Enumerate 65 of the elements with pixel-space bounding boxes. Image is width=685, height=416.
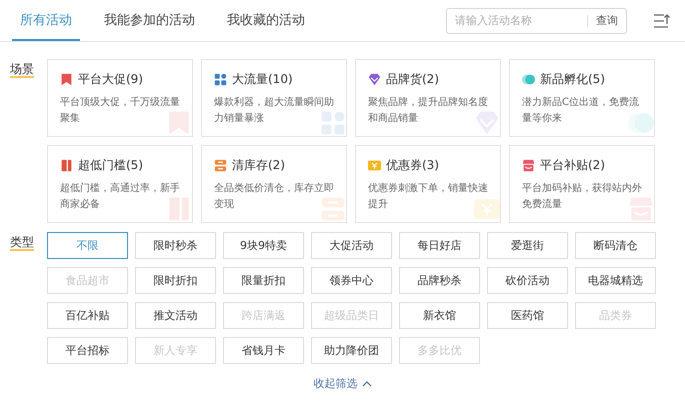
card-title: 平台大促(9) bbox=[78, 71, 143, 88]
card-description: 超低门槛，高通过率，新手商家必备 bbox=[60, 182, 181, 212]
scene-card[interactable]: 清库存(2) 全品类低价清仓，库存立即变现 bbox=[201, 145, 347, 223]
card-title: 品牌货(2) bbox=[386, 71, 439, 88]
filter-option[interactable]: 百亿补贴 bbox=[47, 302, 128, 329]
filter-option: 跨店满返 bbox=[223, 302, 304, 329]
scene-card[interactable]: 平台大促(9) 平台顶级大促，千万级流量聚集 bbox=[47, 59, 193, 137]
card-title: 超低门槛(5) bbox=[78, 157, 143, 174]
scene-card[interactable]: 优惠券(3) 优惠券刺激下单，销量快速提升 bbox=[355, 145, 501, 223]
scene-card[interactable]: 大流量(10) 爆款利器，超大流量瞬间助力销量暴涨 bbox=[201, 59, 347, 137]
filter-option[interactable]: 每日好店 bbox=[399, 232, 480, 259]
tab[interactable]: 所有活动 bbox=[12, 0, 80, 41]
card-title: 清库存(2) bbox=[232, 157, 285, 174]
filter-option: 多多比优 bbox=[399, 337, 480, 364]
filter-option[interactable]: 品牌秒杀 bbox=[399, 267, 480, 294]
chevron-up-icon bbox=[362, 380, 372, 386]
filter-option[interactable]: 省钱月卡 bbox=[223, 337, 304, 364]
filter-option[interactable]: 9块9特卖 bbox=[223, 232, 304, 259]
scene-card[interactable]: 超低门槛(5) 超低门槛，高通过率，新手商家必备 bbox=[47, 145, 193, 223]
scene-card[interactable]: 平台补贴(2) 平台加码补贴，获得站内外免费流量 bbox=[509, 145, 655, 223]
card-title: 新品孵化(5) bbox=[540, 71, 605, 88]
faded-door-icon bbox=[166, 196, 192, 222]
card-title: 优惠券(3) bbox=[386, 157, 439, 174]
card-description: 平台加码补贴，获得站内外免费流量 bbox=[522, 182, 643, 212]
scene-card[interactable]: 新品孵化(5) 潜力新品C位出道，免费流量等你来 bbox=[509, 59, 655, 137]
card-description: 优惠券刺激下单，销量快速提升 bbox=[368, 182, 489, 212]
card-description: 平台顶级大促，千万级流量聚集 bbox=[60, 96, 181, 126]
filter-option[interactable]: 医药馆 bbox=[487, 302, 568, 329]
card-title: 平台补贴(2) bbox=[540, 157, 605, 174]
faded-stack-icon bbox=[320, 196, 346, 222]
filter-option[interactable]: 爱逛街 bbox=[487, 232, 568, 259]
filter-option[interactable]: 电器城精选 bbox=[575, 267, 656, 294]
faded-shop-icon bbox=[628, 196, 654, 222]
card-description: 全品类低价清仓，库存立即变现 bbox=[214, 182, 335, 212]
tab[interactable]: 我能参加的活动 bbox=[96, 0, 203, 41]
card-title: 大流量(10) bbox=[232, 71, 293, 88]
filter-option[interactable]: 领券中心 bbox=[311, 267, 392, 294]
section-label: 类型 bbox=[10, 234, 34, 251]
card-description: 聚焦品牌，提升品牌知名度和商品销量 bbox=[368, 96, 489, 126]
faded-grid-icon bbox=[320, 110, 346, 136]
filter-option: 新人专享 bbox=[135, 337, 216, 364]
faded-diamond-icon bbox=[474, 110, 500, 136]
section-label: 场景 bbox=[10, 61, 34, 78]
filter-option[interactable]: 限时秒杀 bbox=[135, 232, 216, 259]
filter-option[interactable]: 砍价活动 bbox=[487, 267, 568, 294]
card-description: 爆款利器，超大流量瞬间助力销量暴涨 bbox=[214, 96, 335, 126]
collapse-link[interactable]: 收起筛选 bbox=[314, 376, 372, 391]
sort-icon[interactable] bbox=[653, 12, 671, 28]
card-description: 潜力新品C位出道，免费流量等你来 bbox=[522, 96, 640, 126]
filter-option[interactable]: 限时折扣 bbox=[135, 267, 216, 294]
filter-option[interactable]: 大促活动 bbox=[311, 232, 392, 259]
filter-option: 食品超市 bbox=[47, 267, 128, 294]
filter-option[interactable]: 平台招标 bbox=[47, 337, 128, 364]
filter-option[interactable]: 推文活动 bbox=[135, 302, 216, 329]
tab[interactable]: 我收藏的活动 bbox=[219, 0, 313, 41]
filter-option[interactable]: 限量折扣 bbox=[223, 267, 304, 294]
filter-option: 品类券 bbox=[575, 302, 656, 329]
filter-option[interactable]: 断码清仓 bbox=[575, 232, 656, 259]
filter-option: 超级品类日 bbox=[311, 302, 392, 329]
scene-card[interactable]: 品牌货(2) 聚焦品牌，提升品牌知名度和商品销量 bbox=[355, 59, 501, 137]
filter-option[interactable]: 新衣馆 bbox=[399, 302, 480, 329]
search-field[interactable]: 请输入活动名称 查询 bbox=[446, 8, 627, 34]
filter-option[interactable]: 不限 bbox=[47, 232, 128, 259]
search-button[interactable]: 查询 bbox=[587, 14, 626, 26]
filter-option[interactable]: 助力降价团 bbox=[311, 337, 392, 364]
